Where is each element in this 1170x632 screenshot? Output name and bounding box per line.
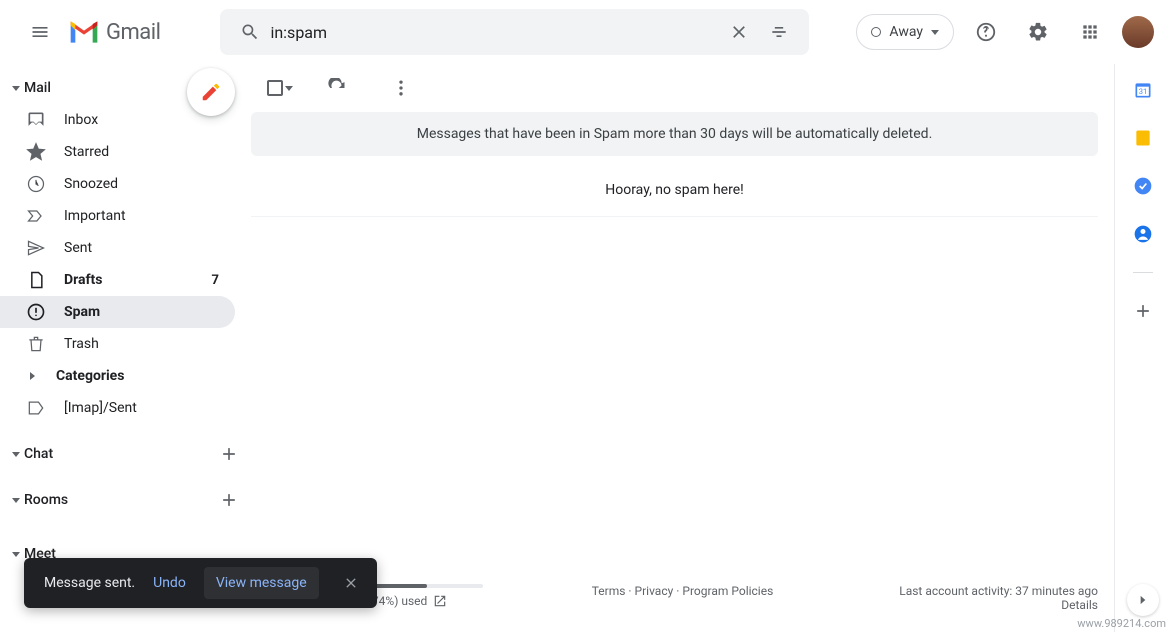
add-room-button[interactable] — [219, 490, 239, 510]
status-chip[interactable]: Away — [856, 14, 954, 50]
chevron-down-icon — [285, 86, 293, 91]
undo-button[interactable]: Undo — [153, 575, 186, 591]
settings-button[interactable] — [1018, 12, 1058, 52]
trash-icon — [26, 334, 46, 354]
svg-text:31: 31 — [1138, 87, 1146, 96]
sidebar-item-categories[interactable]: Categories — [0, 360, 235, 392]
search-clear-button[interactable] — [719, 12, 759, 52]
select-all-checkbox[interactable] — [267, 80, 293, 96]
terms-link[interactable]: Terms — [592, 584, 626, 598]
star-icon — [26, 142, 46, 162]
sidebar-item-starred[interactable]: Starred — [0, 136, 235, 168]
sidebar: Mail Inbox Starred Snoozed Important Sen… — [0, 64, 251, 632]
status-label: Away — [889, 24, 923, 40]
pencil-icon — [200, 81, 222, 103]
gmail-logo[interactable]: Gmail — [68, 16, 160, 48]
clock-icon — [26, 174, 46, 194]
side-panel-toggle[interactable] — [1127, 584, 1159, 616]
chevron-down-icon — [12, 86, 20, 91]
view-message-button[interactable]: View message — [204, 567, 319, 599]
last-activity: Last account activity: 37 minutes ago — [821, 584, 1098, 598]
privacy-link[interactable]: Privacy — [635, 584, 674, 598]
section-chat[interactable]: Chat — [0, 438, 251, 470]
calendar-icon[interactable]: 31 — [1133, 80, 1153, 100]
details-link[interactable]: Details — [1061, 598, 1098, 612]
app-header: Gmail Away — [0, 0, 1170, 64]
sidebar-item-important[interactable]: Important — [0, 200, 235, 232]
sidebar-item-trash[interactable]: Trash — [0, 328, 235, 360]
chevron-down-icon — [931, 30, 939, 35]
chevron-down-icon — [12, 552, 20, 557]
main: Messages that have been in Spam more tha… — [251, 64, 1114, 632]
side-panel: 31 — [1114, 64, 1170, 632]
account-avatar[interactable] — [1122, 16, 1154, 48]
app-name: Gmail — [106, 20, 160, 45]
important-icon — [26, 206, 46, 226]
send-icon — [26, 238, 46, 258]
checkbox-icon — [267, 80, 283, 96]
close-toast-button[interactable] — [337, 569, 365, 597]
support-button[interactable] — [966, 12, 1006, 52]
spam-banner: Messages that have been in Spam more tha… — [251, 112, 1098, 156]
apps-button[interactable] — [1070, 12, 1110, 52]
sidebar-item-spam[interactable]: Spam — [0, 296, 235, 328]
toolbar — [251, 64, 1098, 112]
search-input[interactable] — [270, 23, 719, 42]
tasks-icon[interactable] — [1133, 176, 1153, 196]
program-policies-link[interactable]: Program Policies — [682, 584, 773, 598]
divider — [1133, 272, 1153, 273]
sidebar-item-sent[interactable]: Sent — [0, 232, 235, 264]
status-indicator-icon — [871, 27, 881, 37]
refresh-button[interactable] — [317, 68, 357, 108]
search-options-button[interactable] — [759, 12, 799, 52]
sidebar-item-imap-sent[interactable]: [Imap]/Sent — [0, 392, 235, 424]
chevron-right-icon — [26, 366, 38, 386]
keep-icon[interactable] — [1133, 128, 1153, 148]
contacts-icon[interactable] — [1133, 224, 1153, 244]
empty-message: Hooray, no spam here! — [251, 164, 1098, 217]
open-in-new-icon[interactable] — [433, 594, 447, 608]
message-sent-toast: Message sent. Undo View message — [24, 558, 377, 608]
search-icon[interactable] — [230, 12, 270, 52]
label-icon — [26, 398, 46, 418]
add-panel-button[interactable] — [1133, 301, 1153, 321]
add-chat-button[interactable] — [219, 444, 239, 464]
more-button[interactable] — [381, 68, 421, 108]
search-bar — [220, 9, 809, 55]
spam-icon — [26, 302, 46, 322]
chevron-down-icon — [12, 498, 20, 503]
watermark: www.989214.com — [1077, 617, 1166, 630]
footer: 14.07 GB of 19 GB (74%) used Terms · Pri… — [251, 574, 1098, 632]
section-rooms[interactable]: Rooms — [0, 484, 251, 516]
gmail-logo-icon — [68, 16, 100, 48]
chevron-down-icon — [12, 452, 20, 457]
sidebar-item-drafts[interactable]: Drafts 7 — [0, 264, 235, 296]
file-icon — [26, 270, 46, 290]
sidebar-item-snoozed[interactable]: Snoozed — [0, 168, 235, 200]
compose-button[interactable] — [187, 68, 235, 116]
toast-message: Message sent. — [44, 575, 135, 591]
main-menu-button[interactable] — [16, 8, 64, 56]
inbox-icon — [26, 110, 46, 130]
